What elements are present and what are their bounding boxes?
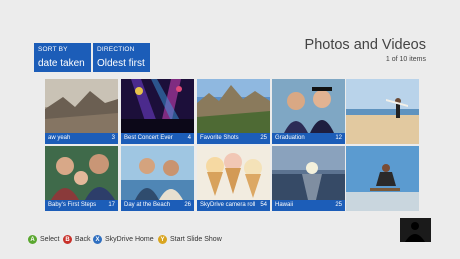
album-caption: Hawaii 25 <box>272 200 345 211</box>
album-caption: Baby's First Steps 17 <box>45 200 118 211</box>
hint-select: A Select <box>28 235 59 244</box>
b-button-icon: B <box>63 235 72 244</box>
item-count: 1 of 10 items <box>385 56 426 63</box>
album-tile-graduation[interactable]: Graduation 12 <box>272 79 345 144</box>
album-caption: aw yeah 3 <box>45 133 118 144</box>
page-title: Photos and Videos <box>304 37 426 53</box>
sort-by-button[interactable]: SORT BY date taken <box>34 43 91 72</box>
direction-button[interactable]: DIRECTION Oldest first <box>93 43 150 72</box>
hint-label: Start Slide Show <box>170 236 222 243</box>
direction-label: DIRECTION <box>97 46 135 53</box>
hint-skydrive-home: X SkyDrive Home <box>93 235 154 244</box>
user-silhouette-icon <box>400 218 431 242</box>
user-avatar <box>400 218 431 242</box>
album-caption: SkyDrive camera roll 54 <box>197 200 270 211</box>
album-caption: Best Concert Ever 4 <box>121 133 194 144</box>
photo-tile-skateboarder[interactable] <box>346 146 419 211</box>
photo-thumbnail <box>346 146 419 211</box>
photo-thumbnail <box>346 79 419 144</box>
hint-label: SkyDrive Home <box>105 236 154 243</box>
sort-by-label: SORT BY <box>38 46 68 53</box>
y-button-icon: Y <box>158 235 167 244</box>
hint-label: Select <box>40 236 60 243</box>
hint-label: Back <box>75 236 91 243</box>
album-tile-hawaii[interactable]: Hawaii 25 <box>272 146 345 211</box>
album-tile-skydrive-camera-roll[interactable]: SkyDrive camera roll 54 <box>197 146 270 211</box>
sort-by-value: date taken <box>38 58 85 69</box>
album-tile-day-at-the-beach[interactable]: Day at the Beach 26 <box>121 146 194 211</box>
album-caption: Day at the Beach 26 <box>121 200 194 211</box>
hint-start-slide-show: Y Start Slide Show <box>158 235 222 244</box>
a-button-icon: A <box>28 235 37 244</box>
direction-value: Oldest first <box>97 58 145 69</box>
album-tile-babys-first-steps[interactable]: Baby's First Steps 17 <box>45 146 118 211</box>
x-button-icon: X <box>93 235 102 244</box>
album-caption: Graduation 12 <box>272 133 345 144</box>
photo-tile-surfer[interactable] <box>346 79 419 144</box>
album-tile-aw-yeah[interactable]: aw yeah 3 <box>45 79 118 144</box>
album-tile-favorite-shots[interactable]: Favorite Shots 25 <box>197 79 270 144</box>
hint-back: B Back <box>63 235 91 244</box>
album-tile-best-concert-ever[interactable]: Best Concert Ever 4 <box>121 79 194 144</box>
album-caption: Favorite Shots 25 <box>197 133 270 144</box>
